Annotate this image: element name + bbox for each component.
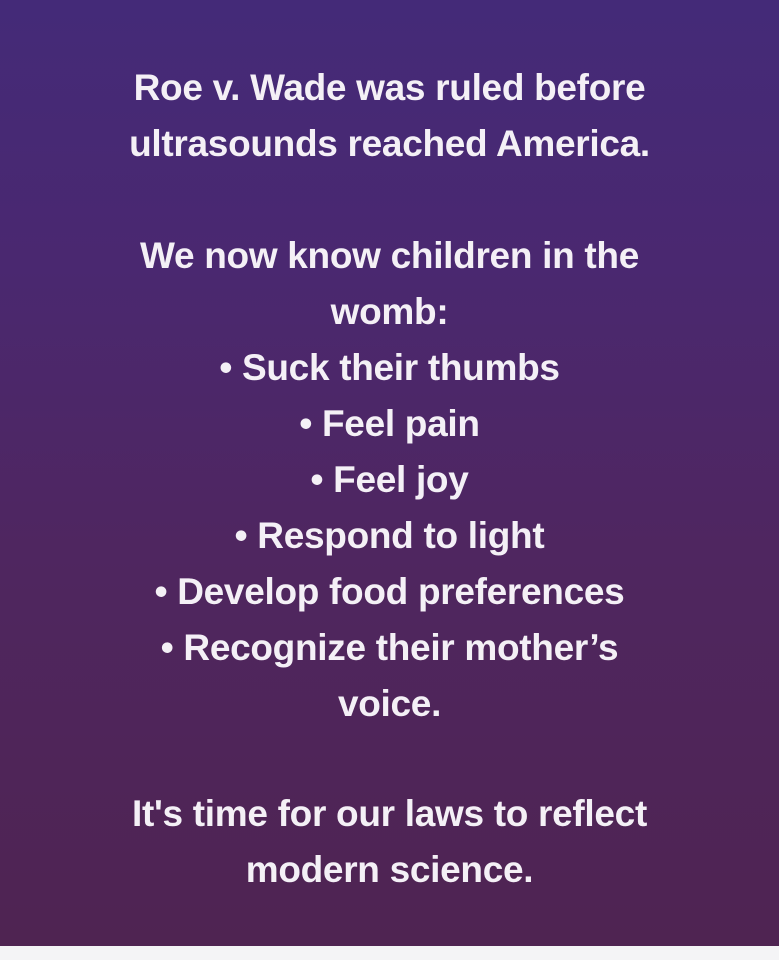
bullet-continuation: voice. — [337, 683, 442, 724]
bullet-icon: • — [160, 627, 174, 668]
closing-line-2: modern science. — [245, 849, 534, 890]
bullet-icon: • — [299, 403, 312, 444]
findings-lead-line-1: We now know children in the — [140, 235, 639, 276]
bullet-item-text: Suck their thumbs — [241, 347, 560, 388]
bullet-icon: • — [310, 459, 324, 500]
bullet-item-text: Respond to light — [257, 515, 545, 556]
bullet-item: • Feel pain — [0, 396, 779, 452]
findings-lead-line-2: womb: — [330, 291, 449, 332]
bullet-item: • Recognize their mother’s — [0, 620, 779, 676]
closing-statement: It's time for our laws to reflect modern… — [0, 786, 779, 898]
findings-section: We now know children in the womb: • Suck … — [0, 228, 779, 732]
bullet-item: • Suck their thumbs — [0, 340, 779, 396]
bottom-border — [0, 946, 779, 960]
bullet-item-text: Feel joy — [333, 459, 469, 500]
bullet-item: • Develop food preferences — [0, 564, 779, 620]
intro-line-1: Roe v. Wade was ruled before — [133, 67, 646, 108]
intro-statement: Roe v. Wade was ruled before ultrasounds… — [0, 60, 779, 172]
bullet-icon: • — [154, 571, 168, 612]
bullet-icon: • — [234, 515, 248, 556]
intro-line-2: ultrasounds reached America. — [129, 123, 650, 164]
bullet-item-text: Recognize their mother’s — [183, 627, 619, 668]
bullet-item-text: Feel pain — [321, 403, 480, 444]
closing-line-1: It's time for our laws to reflect — [132, 793, 647, 834]
quote-card: Roe v. Wade was ruled before ultrasounds… — [0, 0, 779, 946]
bullet-item: • Respond to light — [0, 508, 779, 564]
bullet-item-text: Develop food preferences — [177, 571, 625, 612]
bullet-icon: • — [219, 347, 232, 388]
bullet-item: • Feel joy — [0, 452, 779, 508]
